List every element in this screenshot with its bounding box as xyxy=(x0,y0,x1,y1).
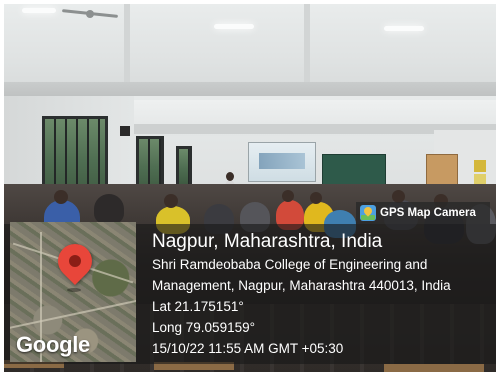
location-title: Nagpur, Maharashtra, India xyxy=(152,231,383,252)
projector-screen xyxy=(248,142,316,182)
audience-head xyxy=(282,190,294,202)
latitude: Lat 21.175151° xyxy=(152,299,244,314)
ceiling-beam xyxy=(4,82,496,96)
google-wordmark: Google xyxy=(16,332,90,357)
map-pin-shadow xyxy=(67,288,81,292)
ceiling-light xyxy=(22,8,56,13)
gps-map-camera-label: GPS Map Camera xyxy=(380,207,476,219)
notice-sign xyxy=(474,174,486,184)
wall-speaker xyxy=(120,126,130,136)
ceiling-strip xyxy=(124,4,130,82)
map-road xyxy=(10,299,136,331)
bench xyxy=(384,364,484,372)
timestamp: 15/10/22 11:55 AM GMT +05:30 xyxy=(152,341,344,356)
longitude: Long 79.059159° xyxy=(152,320,255,335)
ceiling-light xyxy=(384,26,424,31)
gps-map-camera-badge: GPS Map Camera xyxy=(356,202,490,224)
location-info: Nagpur, Maharashtra, India Shri Ramdeoba… xyxy=(152,230,492,359)
audience-head xyxy=(54,190,68,204)
ceiling-strip xyxy=(304,4,310,82)
audience-member xyxy=(94,194,124,224)
map-pin-icon xyxy=(50,236,100,286)
ceiling-light xyxy=(214,24,254,29)
map-thumbnail: Google xyxy=(10,222,136,362)
address-line-1: Shri Ramdeobaba College of Engineering a… xyxy=(152,257,428,272)
gps-map-camera-logo-icon xyxy=(360,205,376,221)
ceiling-fan xyxy=(61,9,119,18)
notice-sign xyxy=(474,160,486,172)
address-line-2: Management, Nagpur, Maharashtra 440013, … xyxy=(152,278,451,293)
audience-head xyxy=(310,192,322,204)
audience-head xyxy=(164,194,178,208)
green-board xyxy=(322,154,386,188)
speaker-head xyxy=(226,172,234,181)
projected-slide xyxy=(259,153,305,169)
